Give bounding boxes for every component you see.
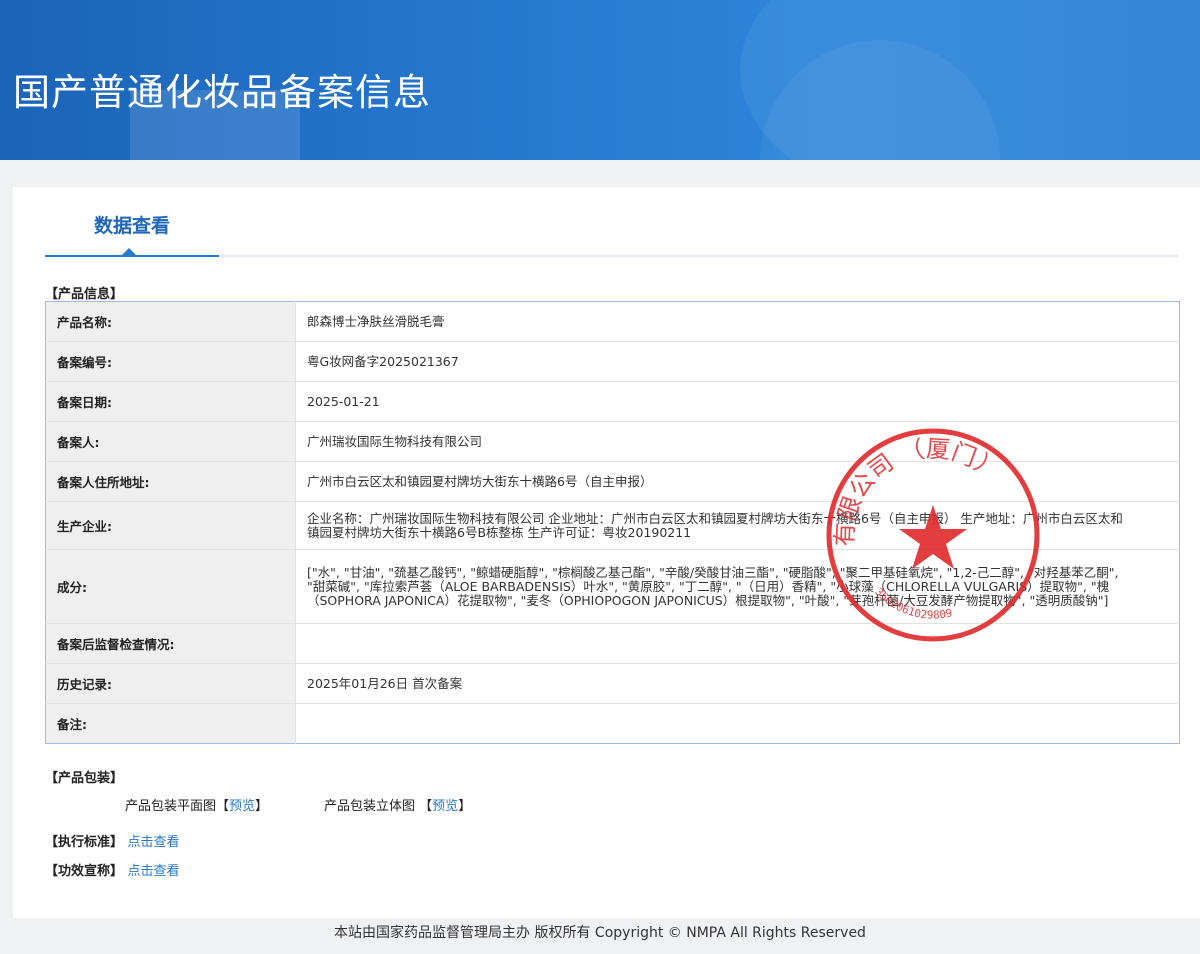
row-value: 2025-01-21 — [295, 381, 1180, 422]
row-value: 郎森博士净肤丝滑脱毛膏 — [307, 313, 445, 329]
tab-data-view[interactable]: 数据查看 — [45, 213, 219, 257]
row-label: 产品名称: — [45, 301, 296, 342]
table-row: 成分: ["水", "甘油", "巯基乙酸钙", "鲸蜡硬脂醇", "棕榈酸乙基己… — [45, 549, 1180, 624]
bracket: 【 — [419, 799, 433, 814]
table-row: 历史记录: 2025年01月26日 首次备案 — [45, 663, 1180, 704]
product-info-section-title: 【产品信息】 — [45, 287, 124, 302]
package-flat-image: 产品包装平面图【预览】 — [125, 795, 268, 814]
package-solid-preview-link[interactable]: 预览 — [432, 799, 458, 814]
row-value: ["水", "甘油", "巯基乙酸钙", "鲸蜡硬脂醇", "棕榈酸乙基己酯",… — [295, 549, 1180, 624]
bracket: 】 — [255, 799, 269, 814]
tab-caret-icon — [122, 248, 136, 255]
efficacy-section-title: 【功效宣称】 — [45, 864, 124, 879]
package-flat-preview-link[interactable]: 预览 — [229, 799, 255, 814]
row-label: 备案人: — [45, 421, 296, 462]
row-value — [295, 703, 1180, 744]
row-value: 广州市白云区太和镇园夏村牌坊大街东十横路6号（自主申报） — [295, 461, 1180, 502]
table-row: 备案人住所地址: 广州市白云区太和镇园夏村牌坊大街东十横路6号（自主申报） — [45, 461, 1180, 502]
row-value: 企业名称：广州瑞妆国际生物科技有限公司 企业地址：广州市白云区太和镇园夏村牌坊大… — [295, 501, 1180, 550]
table-row: 产品名称: 郎森博士净肤丝滑脱毛膏 — [45, 301, 1180, 342]
table-row: 备案日期: 2025-01-21 — [45, 381, 1180, 422]
efficacy-view-link[interactable]: 点击查看 — [128, 864, 180, 879]
table-row: 备注: — [45, 703, 1180, 744]
row-label: 历史记录: — [45, 663, 296, 704]
bracket: 】 — [458, 799, 472, 814]
row-value: 粤G妆网备字2025021367 — [295, 341, 1180, 382]
table-row: 备案人: 广州瑞妆国际生物科技有限公司 — [45, 421, 1180, 462]
table-row: 备案编号: 粤G妆网备字2025021367 — [45, 341, 1180, 382]
row-label: 备案人住所地址: — [45, 461, 296, 502]
standard-section-title: 【执行标准】 — [45, 835, 124, 850]
bracket: 【 — [216, 799, 230, 814]
standard-section: 【执行标准】 点击查看 — [45, 831, 180, 850]
row-label: 成分: — [45, 549, 296, 624]
row-value — [295, 623, 1180, 664]
row-label: 备案日期: — [45, 381, 296, 422]
row-value: 2025年01月26日 首次备案 — [295, 663, 1180, 704]
page-title: 国产普通化妆品备案信息 — [13, 71, 431, 114]
header-banner: 国产普通化妆品备案信息 — [0, 0, 1200, 160]
row-label: 备注: — [45, 703, 296, 744]
table-row: 生产企业: 企业名称：广州瑞妆国际生物科技有限公司 企业地址：广州市白云区太和镇园… — [45, 501, 1180, 550]
tab-label: 数据查看 — [93, 215, 170, 237]
main-card: 数据查看 【产品信息】 产品名称: 郎森博士净肤丝滑脱毛膏 备案编号: 粤G妆网备字2… — [13, 187, 1200, 918]
row-label: 生产企业: — [45, 501, 296, 550]
packaging-section-title: 【产品包装】 — [45, 771, 124, 786]
package-solid-label: 产品包装立体图 — [324, 799, 416, 814]
table-row: 备案后监督检查情况: — [45, 623, 1180, 664]
row-label: 备案后监督检查情况: — [45, 623, 296, 664]
tab-active-underline — [45, 255, 219, 257]
package-solid-image: 产品包装立体图 【预览】 — [324, 795, 471, 814]
product-info-table: 产品名称: 郎森博士净肤丝滑脱毛膏 备案编号: 粤G妆网备字2025021367 备案日… — [45, 301, 1180, 744]
efficacy-section: 【功效宣称】 点击查看 — [45, 860, 180, 879]
standard-view-link[interactable]: 点击查看 — [128, 835, 180, 850]
row-value: 广州瑞妆国际生物科技有限公司 — [295, 421, 1180, 462]
package-flat-label: 产品包装平面图 — [125, 799, 217, 814]
row-label: 备案编号: — [45, 341, 296, 382]
footer-copyright: 本站由国家药品监督管理局主办 版权所有 Copyright © NMPA All… — [334, 925, 866, 941]
